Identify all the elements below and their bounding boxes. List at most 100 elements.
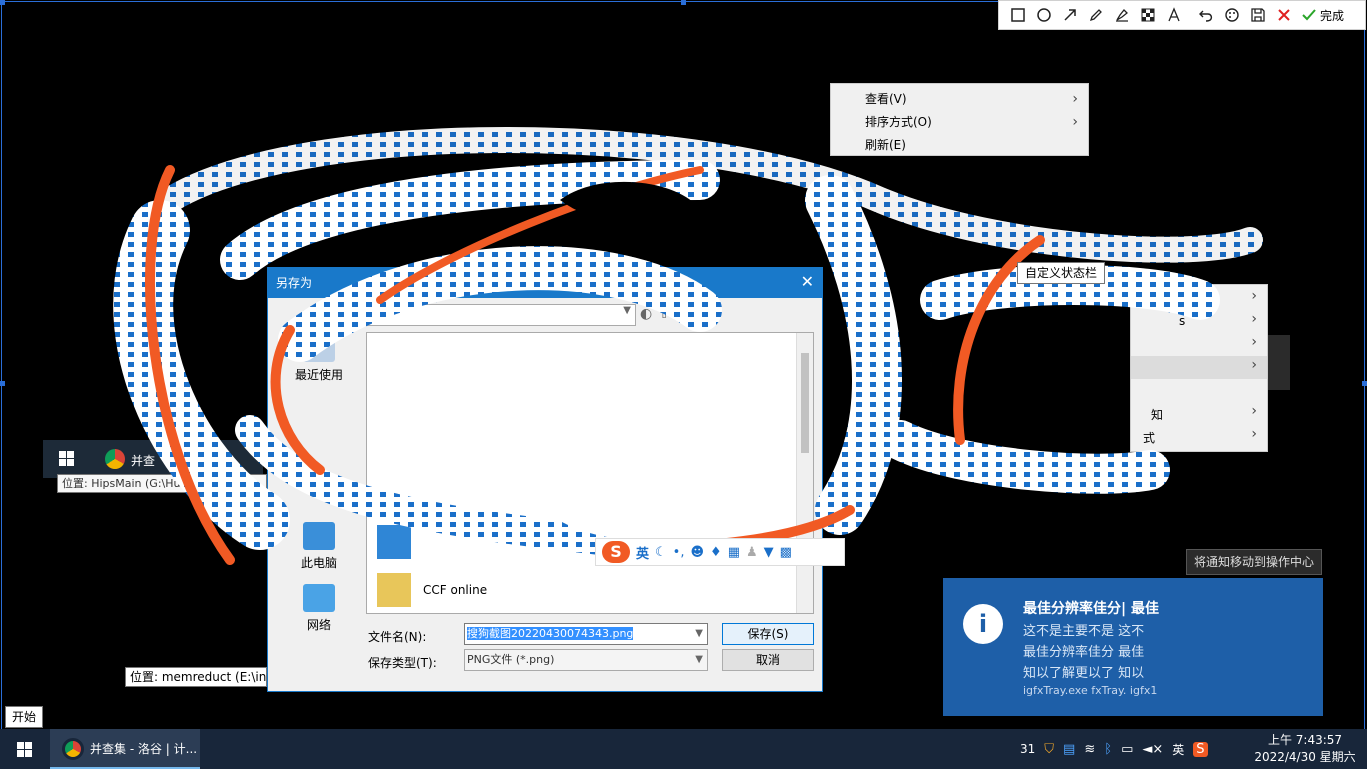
save-icon[interactable]: [1247, 4, 1269, 26]
submenu-item[interactable]: 式 ›: [1131, 425, 1267, 448]
scrollbar[interactable]: [796, 333, 813, 613]
dialog-titlebar[interactable]: 另存为 ✕: [268, 268, 822, 298]
file-item[interactable]: [377, 525, 423, 559]
resize-handle[interactable]: [1362, 381, 1367, 386]
place-this-pc[interactable]: 此电脑: [274, 522, 364, 571]
user-icon[interactable]: ♟: [746, 545, 758, 560]
taskbar: 并查集 - 洛谷 | 计... 31 ⛉ ▤ ≋ ᛒ ▭ ◄× 英 S 上午 7…: [0, 729, 1367, 769]
mosaic-icon[interactable]: [1137, 4, 1159, 26]
moon-icon[interactable]: ☾: [655, 545, 667, 560]
chevron-right-icon: ›: [1251, 426, 1257, 442]
filename-input[interactable]: 搜狗截图20220430074343.png ▼: [464, 623, 708, 645]
start-button[interactable]: [0, 729, 48, 769]
highlighter-icon[interactable]: [1111, 4, 1133, 26]
chevron-right-icon: ›: [1251, 334, 1257, 350]
submenu-item[interactable]: ›: [1131, 333, 1267, 356]
up-folder-icon[interactable]: ⇧: [658, 306, 670, 322]
clock[interactable]: 上午 7:43:57 2022/4/30 星期六: [1250, 732, 1360, 766]
folder-icon: [377, 573, 411, 607]
wifi-icon[interactable]: ≋: [1084, 742, 1095, 757]
arrow-icon[interactable]: [1059, 4, 1081, 26]
sogou-logo-icon[interactable]: S: [602, 541, 630, 563]
menu-shadow: [1268, 335, 1290, 390]
ghost-taskbar-label: 并查: [131, 454, 156, 468]
punctuation-icon[interactable]: •,: [673, 545, 685, 560]
chrome-icon: [62, 738, 84, 760]
pen-icon[interactable]: [1085, 4, 1107, 26]
new-folder-icon[interactable]: ▣: [676, 306, 689, 322]
status-tooltip: 自定义状态栏: [1017, 262, 1105, 284]
notification-source: igfxTray.exe fxTray. igfx1: [1023, 684, 1158, 697]
ellipse-icon[interactable]: [1033, 4, 1055, 26]
resize-handle[interactable]: [0, 0, 5, 5]
system-tray: 31 ⛉ ▤ ≋ ᛒ ▭ ◄× 英 S: [1020, 729, 1208, 769]
tooltip-memreduct: 位置: memreduct (E:\ins: [125, 667, 267, 687]
cancel-button[interactable]: 取消: [722, 649, 814, 671]
save-in-select[interactable]: ▼: [366, 304, 636, 326]
ime-indicator[interactable]: 英: [1172, 741, 1184, 758]
keyboard-icon[interactable]: ▦: [728, 545, 740, 560]
notification-body: 知以了解更以了 知以: [1023, 666, 1145, 681]
emoji-icon[interactable]: ☻: [690, 545, 704, 560]
screenshot-toolbar: 完成: [998, 0, 1366, 30]
scrollbar-thumb[interactable]: [801, 353, 809, 453]
close-icon[interactable]: ✕: [801, 272, 814, 291]
battery-icon[interactable]: ▭: [1121, 742, 1133, 757]
menu-item-refresh[interactable]: 刷新(E): [831, 134, 1088, 156]
network-icon: [303, 584, 335, 612]
windows-logo-icon: [16, 741, 32, 757]
back-icon[interactable]: ◐: [640, 306, 652, 322]
sogou-tray-icon[interactable]: S: [1193, 741, 1208, 757]
undo-icon[interactable]: [1195, 4, 1217, 26]
submenu-item[interactable]: s ›: [1131, 310, 1267, 333]
submenu-item[interactable]: ›: [1131, 287, 1267, 310]
ime-mode-toggle[interactable]: 英: [636, 543, 649, 562]
tooltip-start: 开始: [5, 706, 43, 728]
grid-icon[interactable]: ▩: [780, 545, 792, 560]
place-recent[interactable]: 最近使用: [274, 334, 364, 383]
cancel-icon[interactable]: [1273, 4, 1295, 26]
dialog-toolbar: ◐ ⇧ ▣ ▦▾: [640, 306, 715, 322]
menu-item-sort[interactable]: 排序方式(O) ›: [831, 111, 1088, 133]
resize-handle[interactable]: [0, 381, 5, 386]
computer-icon: [377, 525, 411, 559]
chevron-right-icon: ›: [1251, 357, 1257, 373]
places-bar: 最近使用 此电脑 网络: [274, 332, 364, 632]
notification-toast[interactable]: i 最佳分辨率佳分| 最佳 这不是主要不是 这不 最佳分辨率佳分 最佳 知以了解…: [943, 578, 1323, 716]
shield-icon[interactable]: ⛉: [1044, 742, 1054, 757]
filetype-select[interactable]: PNG文件 (*.png) ▼: [464, 649, 708, 671]
recent-icon: [303, 334, 335, 362]
desktop-context-menu: 查看(V) › 排序方式(O) › 刷新(E): [830, 83, 1089, 156]
app-tray-icon[interactable]: ▤: [1063, 742, 1075, 757]
computer-icon: [303, 522, 335, 550]
notification-tooltip: 将通知移动到操作中心: [1186, 549, 1322, 575]
text-icon[interactable]: [1163, 4, 1185, 26]
rectangle-icon[interactable]: [1007, 4, 1029, 26]
clock-date: 2022/4/30 星期六: [1254, 750, 1356, 764]
ime-toolbar[interactable]: S 英 ☾ •, ☻ ♦ ▦ ♟ ▼ ▩: [595, 538, 845, 566]
palette-icon[interactable]: [1221, 4, 1243, 26]
resize-handle[interactable]: [681, 0, 686, 5]
chevron-down-icon: ▼: [623, 305, 631, 316]
tooltip-hips: 位置: HipsMain (G:\Huorong\Sysdiag: [57, 474, 267, 493]
save-button[interactable]: 保存(S): [722, 623, 814, 645]
view-menu-icon[interactable]: ▦▾: [695, 306, 715, 322]
skin-icon[interactable]: ▼: [764, 545, 774, 560]
save-as-dialog: 另存为 ✕ 保存在(I): ▼ ◐ ⇧ ▣ ▦▾ 最近使用 此电脑 网络 CCF…: [267, 267, 823, 692]
volume-muted-icon[interactable]: ◄×: [1142, 742, 1163, 757]
chevron-right-icon: ›: [1072, 114, 1078, 130]
bluetooth-icon[interactable]: ᛒ: [1104, 742, 1112, 757]
mic-icon[interactable]: ♦: [710, 545, 722, 560]
submenu: › s › › › 知 › 式 ›: [1130, 284, 1268, 452]
taskbar-app-chrome[interactable]: 并查集 - 洛谷 | 计...: [50, 729, 200, 769]
tray-badge[interactable]: 31: [1020, 742, 1035, 756]
submenu-item[interactable]: 知 ›: [1131, 402, 1267, 425]
chevron-right-icon: ›: [1251, 311, 1257, 327]
file-list[interactable]: CCF online: [366, 332, 814, 614]
chevron-right-icon: ›: [1251, 288, 1257, 304]
file-item[interactable]: CCF online: [377, 573, 487, 607]
submenu-item-highlighted[interactable]: ›: [1131, 356, 1267, 379]
place-network[interactable]: 网络: [274, 584, 364, 633]
done-button[interactable]: 完成: [1301, 7, 1344, 24]
menu-item-view[interactable]: 查看(V) ›: [831, 88, 1088, 110]
